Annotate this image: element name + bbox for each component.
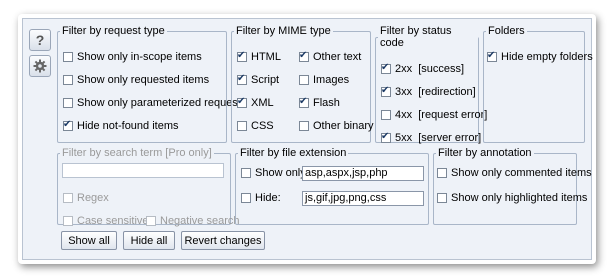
parameterized-checkbox[interactable]: Show only parameterized requests (63, 97, 246, 109)
gear-icon (33, 59, 47, 73)
status-3xx-checkbox[interactable]: 3xx [redirection] (381, 85, 476, 98)
checkbox-box[interactable] (63, 98, 73, 108)
checkbox-label: XML (251, 97, 274, 109)
mime-other-text-checkbox[interactable]: Other text (299, 50, 362, 63)
mime-flash-checkbox[interactable]: Flash (299, 96, 340, 109)
checkbox-box[interactable] (146, 216, 156, 226)
commented-items-checkbox[interactable]: Show only commented items (437, 167, 592, 179)
checkbox-label: Script (251, 74, 280, 86)
checkbox-box[interactable] (63, 119, 73, 131)
checkbox-label: 3xx [redirection] (395, 86, 476, 98)
checkbox-box[interactable] (381, 62, 391, 74)
checkbox-label: Hide empty folders (501, 51, 593, 63)
checkbox-box[interactable] (63, 216, 73, 226)
status-code-group: Filter by status code 2xx [success] 3xx … (375, 25, 487, 144)
checkbox-label: Regex (77, 192, 109, 204)
checkbox-box[interactable] (381, 110, 391, 120)
checkbox-box[interactable] (381, 85, 391, 97)
status-code-title: Filter by status code (380, 25, 452, 49)
folders-group: Folders Hide empty folders (483, 25, 593, 143)
request-type-group: Filter by request type Show only in-scop… (57, 25, 246, 143)
checkbox-label: Negative search (160, 215, 240, 227)
file-extension-title: Filter by file extension (240, 147, 347, 159)
settings-button[interactable] (29, 55, 51, 77)
checkbox-label: Hide: (255, 192, 281, 204)
help-button[interactable]: ? (29, 29, 51, 51)
status-4xx-checkbox[interactable]: 4xx [request error] (381, 109, 487, 121)
checkbox-label: Show only in-scope items (77, 51, 202, 63)
requested-items-checkbox[interactable]: Show only requested items (63, 74, 209, 86)
search-term-group: Filter by search term [Pro only] Regex C… (57, 147, 240, 227)
mime-type-group: Filter by MIME type HTML Other text Scri… (231, 25, 374, 143)
checkbox-box[interactable] (237, 96, 247, 108)
status-5xx-checkbox[interactable]: 5xx [server error] (381, 131, 482, 144)
in-scope-checkbox[interactable]: Show only in-scope items (63, 51, 202, 63)
highlighted-items-checkbox[interactable]: Show only highlighted items (437, 192, 587, 204)
search-term-input[interactable] (62, 163, 224, 178)
checkbox-label: Show only requested items (77, 74, 210, 86)
checkbox-box[interactable] (299, 50, 309, 62)
checkbox-box[interactable] (241, 168, 251, 178)
mime-images-checkbox[interactable]: Images (299, 74, 349, 86)
checkbox-box[interactable] (381, 131, 391, 143)
checkbox-label: Hide not-found items (77, 120, 179, 132)
checkbox-box[interactable] (299, 96, 309, 108)
checkbox-box[interactable] (299, 121, 309, 131)
checkbox-box[interactable] (237, 121, 247, 131)
checkbox-label: Show only: (255, 167, 309, 179)
mime-html-checkbox[interactable]: HTML (237, 50, 281, 63)
checkbox-box[interactable] (241, 193, 251, 203)
checkbox-label: Show only commented items (451, 167, 592, 179)
hide-not-found-checkbox[interactable]: Hide not-found items (63, 119, 179, 132)
checkbox-label: Other text (313, 51, 362, 63)
checkbox-label: 4xx [request error] (395, 109, 488, 121)
search-term-title: Filter by search term [Pro only] (62, 147, 212, 159)
checkbox-label: Flash (313, 97, 340, 109)
hide-empty-folders-checkbox[interactable]: Hide empty folders (487, 50, 593, 63)
checkbox-label: Show only highlighted items (451, 192, 588, 204)
checkbox-box[interactable] (487, 50, 497, 62)
regex-checkbox[interactable]: Regex (63, 192, 109, 204)
annotation-title: Filter by annotation (438, 147, 532, 159)
hide-all-button[interactable]: Hide all (123, 231, 175, 250)
show-all-button[interactable]: Show all (61, 231, 117, 250)
status-2xx-checkbox[interactable]: 2xx [success] (381, 62, 465, 75)
hide-extension-checkbox[interactable]: Hide: (241, 192, 281, 204)
case-sensitive-checkbox[interactable]: Case sensitive (63, 215, 149, 227)
checkbox-label: Other binary (313, 120, 374, 132)
checkbox-label: 5xx [server error] (395, 132, 482, 144)
mime-type-title: Filter by MIME type (236, 25, 331, 37)
show-only-extension-checkbox[interactable]: Show only: (241, 167, 309, 179)
checkbox-label: Case sensitive (77, 215, 149, 227)
help-icon: ? (35, 32, 45, 48)
mime-other-binary-checkbox[interactable]: Other binary (299, 120, 374, 132)
mime-xml-checkbox[interactable]: XML (237, 96, 274, 109)
checkbox-box[interactable] (63, 52, 73, 62)
checkbox-label: Images (313, 74, 350, 86)
folders-title: Folders (488, 25, 525, 37)
checkbox-label: HTML (251, 51, 281, 63)
request-type-title: Filter by request type (62, 25, 165, 37)
hide-extension-input[interactable]: js,gif,jpg,png,css (302, 191, 424, 206)
show-only-extension-input[interactable]: asp,aspx,jsp,php (302, 166, 424, 181)
checkbox-label: 2xx [success] (395, 63, 465, 75)
revert-changes-button[interactable]: Revert changes (181, 231, 265, 250)
checkbox-box[interactable] (437, 168, 447, 178)
mime-script-checkbox[interactable]: Script (237, 73, 280, 86)
mime-css-checkbox[interactable]: CSS (237, 120, 274, 132)
checkbox-box[interactable] (237, 73, 247, 85)
checkbox-label: CSS (251, 120, 274, 132)
annotation-group: Filter by annotation Show only commented… (433, 147, 592, 225)
checkbox-box[interactable] (237, 50, 247, 62)
checkbox-box[interactable] (63, 75, 73, 85)
checkbox-box[interactable] (299, 75, 309, 85)
checkbox-box[interactable] (63, 193, 73, 203)
file-extension-group: Filter by file extension Show only: asp,… (235, 147, 429, 225)
filter-panel: ? Filter by request type Show only in-sc… (22, 18, 593, 260)
negative-search-checkbox[interactable]: Negative search (146, 215, 240, 227)
checkbox-box[interactable] (437, 193, 447, 203)
checkbox-label: Show only parameterized requests (77, 97, 247, 109)
